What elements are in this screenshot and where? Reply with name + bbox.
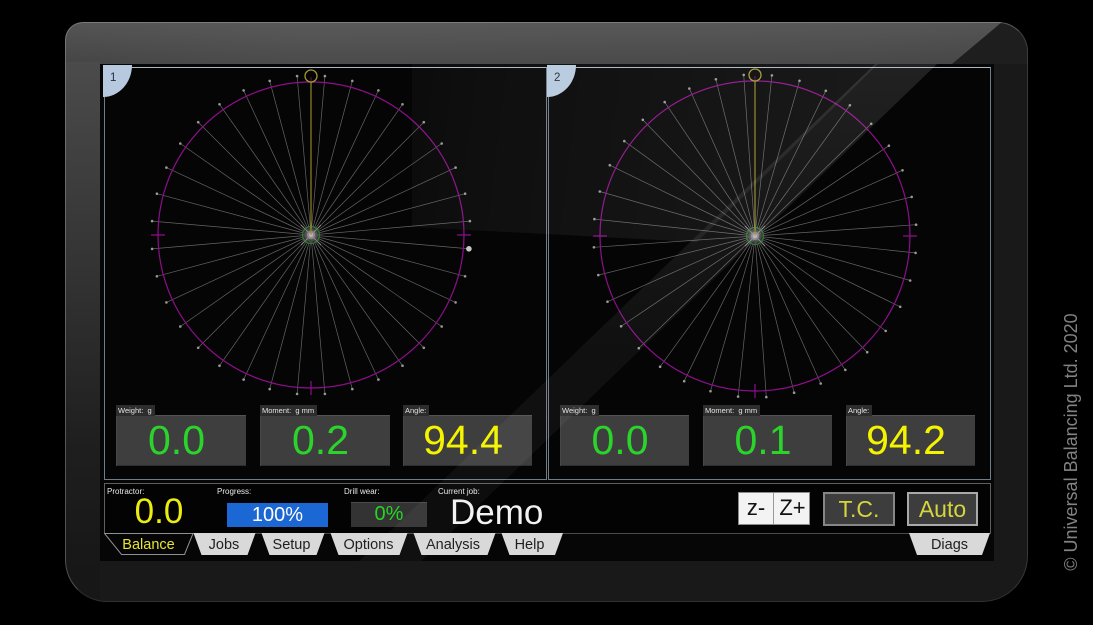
svg-text:Jobs: Jobs bbox=[209, 537, 240, 553]
svg-text:Options: Options bbox=[344, 537, 394, 553]
svg-text:Diags: Diags bbox=[931, 537, 968, 553]
svg-text:Balance: Balance bbox=[122, 537, 174, 553]
svg-text:Help: Help bbox=[515, 537, 545, 553]
svg-text:Setup: Setup bbox=[273, 537, 311, 553]
svg-text:Analysis: Analysis bbox=[426, 537, 480, 553]
